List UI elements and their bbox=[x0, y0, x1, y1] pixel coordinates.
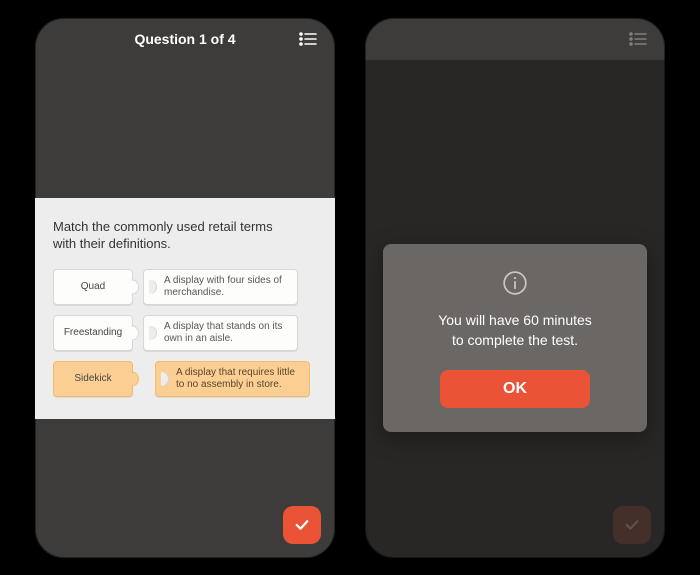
info-icon bbox=[502, 270, 528, 296]
term-piece[interactable]: Sidekick bbox=[53, 361, 133, 397]
top-bar bbox=[365, 18, 665, 60]
definition-label: A display that stands on its own in an a… bbox=[164, 321, 287, 345]
page-title: Question 1 of 4 bbox=[134, 31, 235, 47]
ok-button[interactable]: OK bbox=[440, 370, 590, 408]
content-area: You will have 60 minutes to complete the… bbox=[365, 60, 665, 558]
phone-question: Question 1 of 4 Match the commonly used … bbox=[30, 13, 340, 563]
definition-label: A display with four sides of merchandise… bbox=[164, 275, 287, 299]
definition-label: A display that requires little to no ass… bbox=[176, 367, 299, 391]
term-piece[interactable]: Quad bbox=[53, 269, 133, 305]
info-dialog: You will have 60 minutes to complete the… bbox=[383, 244, 647, 433]
submit-button bbox=[613, 506, 651, 544]
definition-piece[interactable]: A display that requires little to no ass… bbox=[155, 361, 310, 397]
definition-piece[interactable]: A display with four sides of merchandise… bbox=[143, 269, 298, 305]
list-icon bbox=[627, 28, 649, 50]
match-row: Freestanding A display that stands on its… bbox=[53, 315, 317, 351]
check-icon bbox=[623, 516, 641, 534]
content-area: Match the commonly used retail terms wit… bbox=[35, 60, 335, 558]
match-row: Sidekick A display that requires little t… bbox=[53, 361, 317, 397]
phone-dialog: You will have 60 minutes to complete the… bbox=[360, 13, 670, 563]
check-icon bbox=[293, 516, 311, 534]
dialog-text: You will have 60 minutes to complete the… bbox=[403, 310, 627, 351]
term-piece[interactable]: Freestanding bbox=[53, 315, 133, 351]
question-card: Match the commonly used retail terms wit… bbox=[35, 198, 335, 419]
definition-piece[interactable]: A display that stands on its own in an a… bbox=[143, 315, 298, 351]
match-row: Quad A display with four sides of merchan… bbox=[53, 269, 317, 305]
top-bar: Question 1 of 4 bbox=[35, 18, 335, 60]
dialog-line1: You will have 60 minutes bbox=[438, 312, 592, 328]
dialog-line2: to complete the test. bbox=[452, 332, 578, 348]
question-prompt: Match the commonly used retail terms wit… bbox=[53, 218, 273, 253]
submit-button[interactable] bbox=[283, 506, 321, 544]
term-label: Freestanding bbox=[64, 327, 122, 339]
list-icon[interactable] bbox=[297, 28, 319, 50]
term-label: Sidekick bbox=[74, 373, 111, 385]
term-label: Quad bbox=[81, 281, 105, 293]
